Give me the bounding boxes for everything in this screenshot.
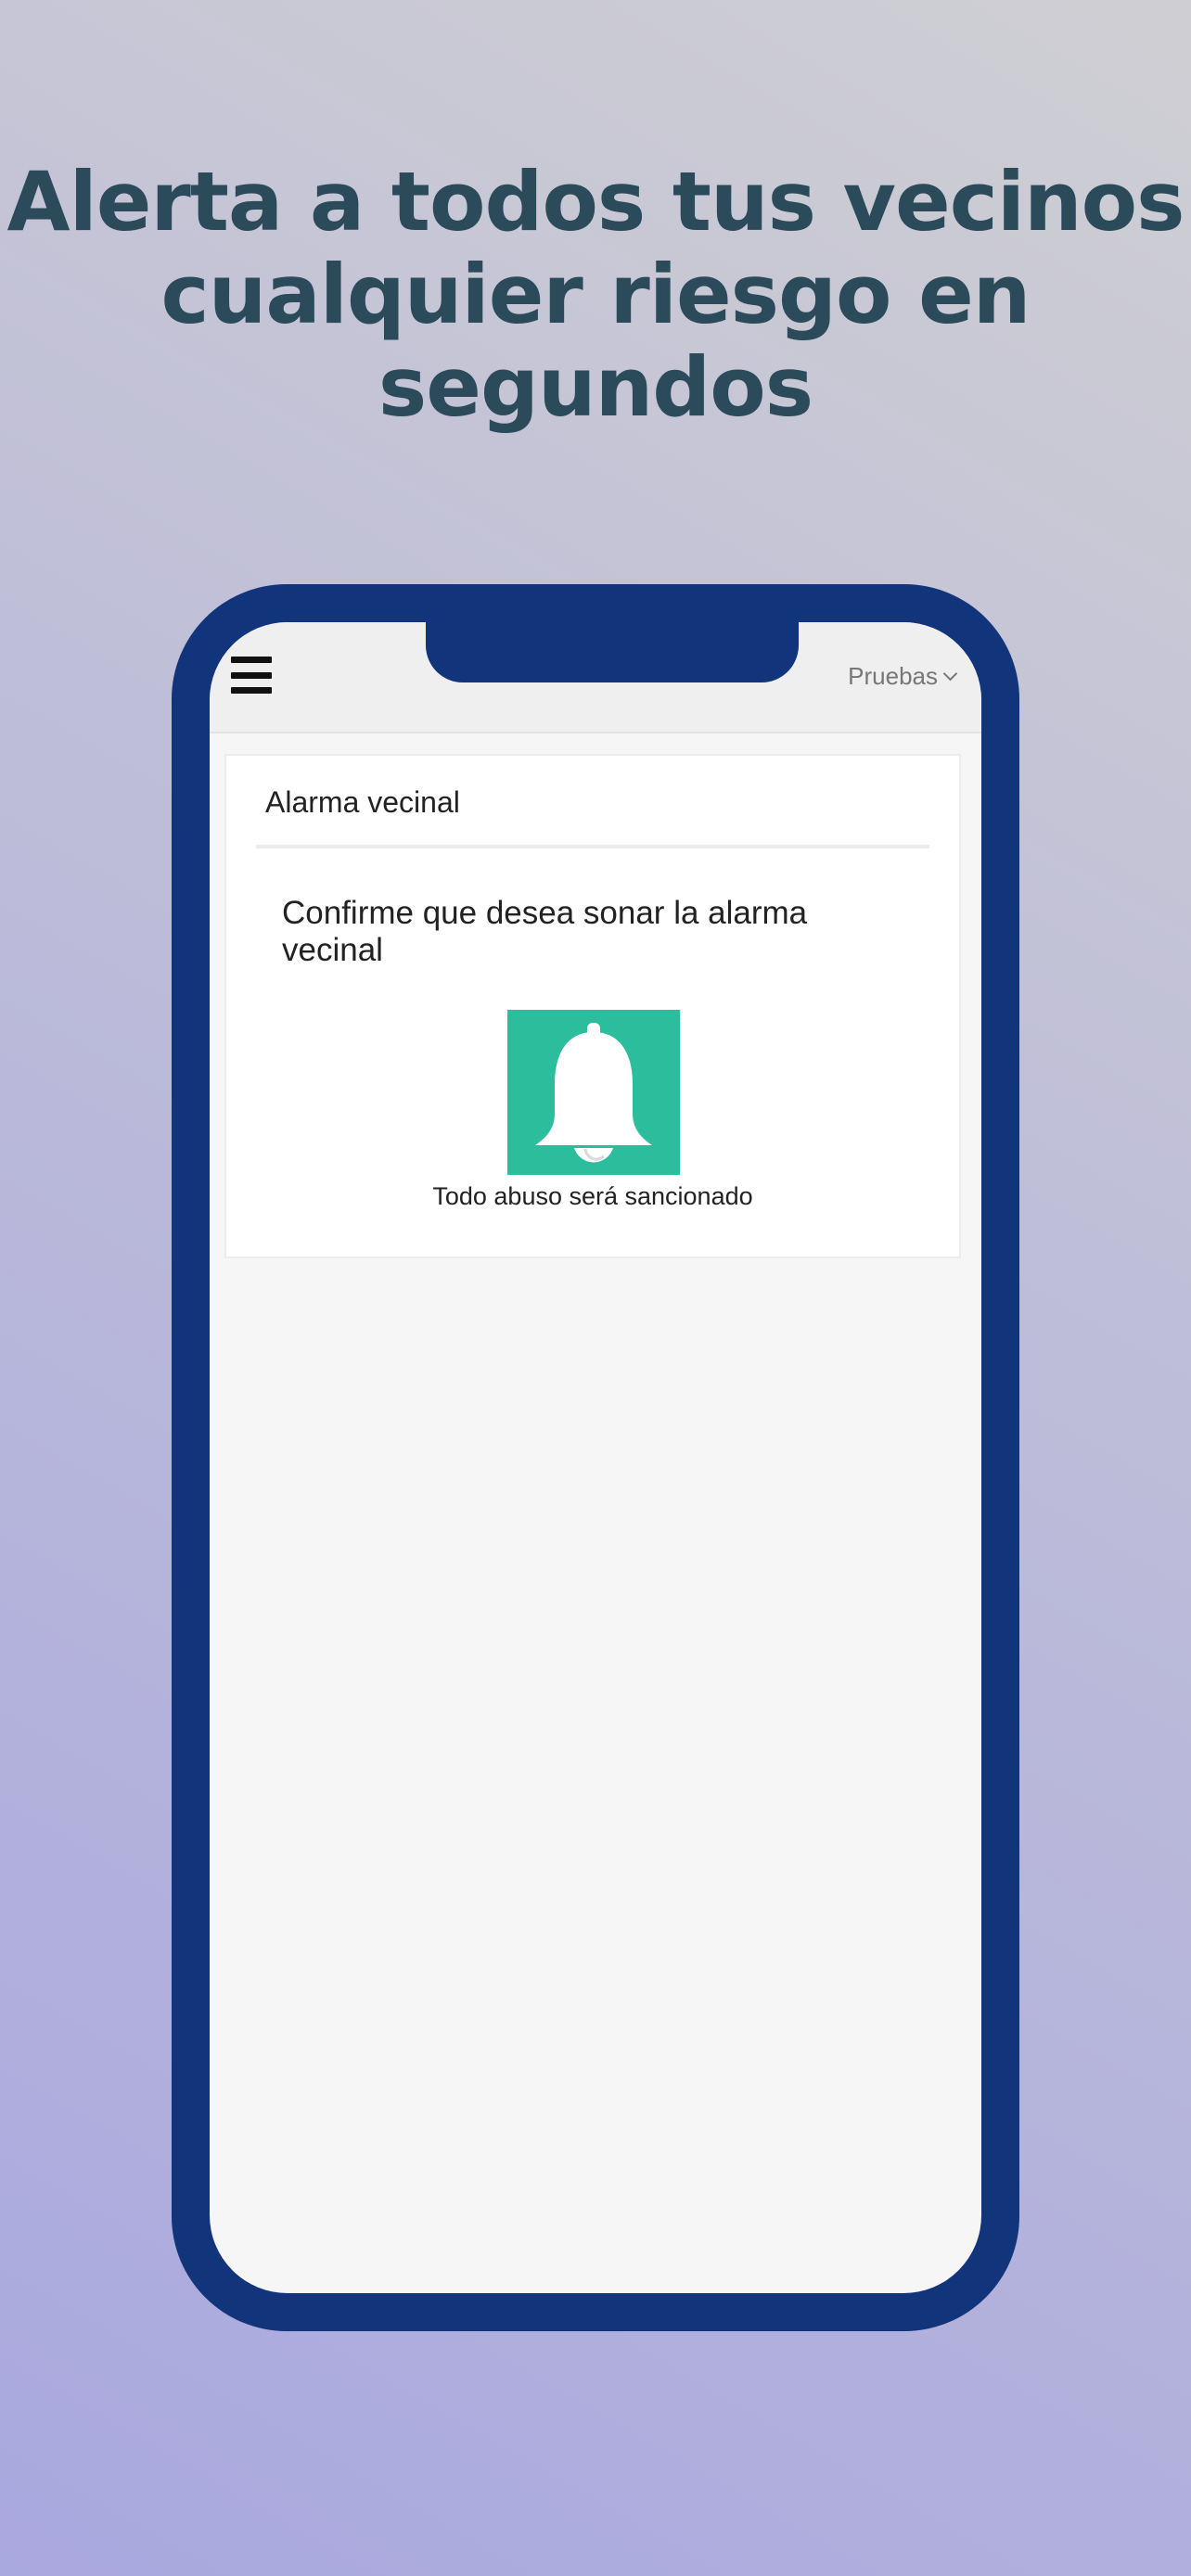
phone-screen: Pruebas Alarma vecinal Confirme que dese… bbox=[210, 622, 981, 2293]
headline-line-1: Alerta a todos tus vecinos bbox=[6, 154, 1185, 249]
headline-line-2: cualquier riesgo en bbox=[160, 247, 1031, 342]
headline-line-3: segundos bbox=[378, 339, 813, 435]
card-divider bbox=[256, 845, 929, 848]
marketing-headline: Alerta a todos tus vecinos cualquier rie… bbox=[0, 156, 1191, 434]
hamburger-menu-icon[interactable] bbox=[231, 657, 272, 694]
alarm-card: Alarma vecinal Confirme que desea sonar … bbox=[224, 754, 961, 1258]
bell-icon bbox=[535, 1023, 652, 1163]
abuse-warning-caption: Todo abuso será sancionado bbox=[432, 1182, 753, 1210]
sound-alarm-button[interactable] bbox=[507, 1010, 680, 1175]
phone-frame: Pruebas Alarma vecinal Confirme que dese… bbox=[172, 584, 1019, 2331]
account-dropdown[interactable]: Pruebas bbox=[848, 662, 958, 691]
phone-notch bbox=[426, 622, 799, 682]
card-title: Alarma vecinal bbox=[265, 785, 460, 819]
chevron-down-icon bbox=[942, 666, 958, 682]
confirmation-message: Confirme que desea sonar la alarma vecin… bbox=[282, 895, 808, 968]
account-label: Pruebas bbox=[848, 662, 938, 690]
